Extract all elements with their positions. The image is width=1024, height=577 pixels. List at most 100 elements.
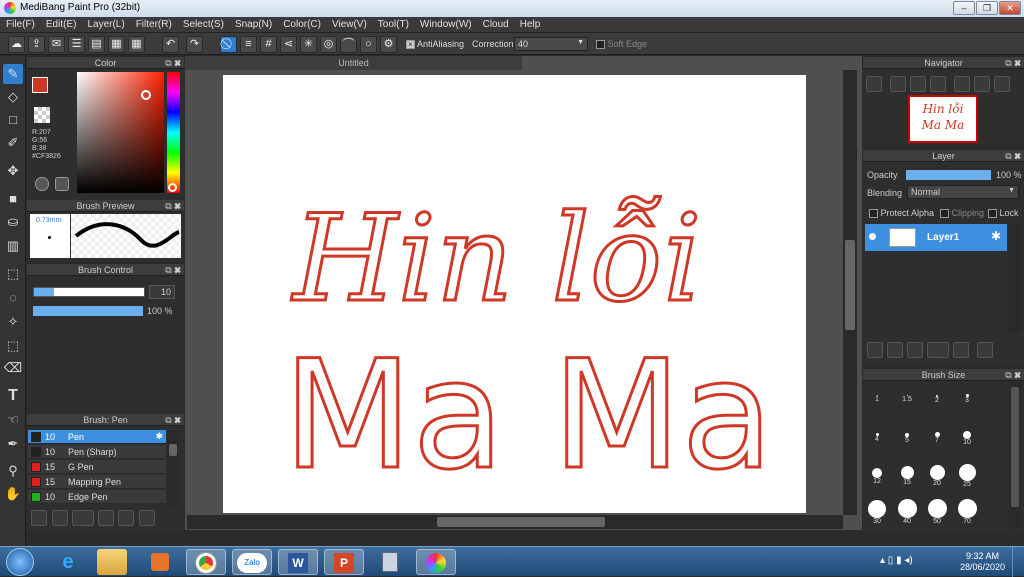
chrome-icon[interactable] <box>186 549 226 575</box>
folder-icon[interactable] <box>118 510 134 526</box>
ie-icon[interactable]: e <box>48 549 88 575</box>
color-picker-cursor[interactable] <box>141 90 151 100</box>
cross-snap-icon[interactable]: # <box>260 36 277 53</box>
list-icon[interactable]: ▦ <box>108 36 125 53</box>
brush-size-25[interactable]: 25 <box>954 463 980 493</box>
brush-item-mapping-pen[interactable]: 15 Mapping Pen <box>28 475 166 489</box>
magic-wand-icon[interactable]: ✧ <box>3 312 23 332</box>
menu-help[interactable]: Help <box>514 17 546 30</box>
undo-icon[interactable]: ↶ <box>162 36 179 53</box>
flip-icon[interactable] <box>974 76 990 92</box>
medibang-taskbar-icon[interactable] <box>416 549 456 575</box>
brush-size-30[interactable]: 30 <box>864 499 890 529</box>
antialiasing-checkbox[interactable]: × <box>406 40 415 50</box>
parallel-snap-icon[interactable]: ≡ <box>240 36 257 53</box>
panel-controls-icon[interactable]: ⧉ ✖ <box>1005 57 1021 69</box>
operation-tool-icon[interactable]: ☜ <box>3 410 23 430</box>
eraser-tool-icon[interactable]: ◇ <box>3 87 23 107</box>
tray-icons[interactable]: ▴ ▯ ▮ ◂) <box>880 555 913 566</box>
brush-opacity-slider[interactable] <box>33 306 143 316</box>
merge-layer-icon[interactable] <box>907 342 923 358</box>
eye-icon[interactable] <box>869 233 876 240</box>
brush-menu-icon[interactable] <box>72 510 94 526</box>
share-icon[interactable]: ⇪ <box>28 36 45 53</box>
delete-layer-icon[interactable] <box>977 342 993 358</box>
divide-tool-icon[interactable]: ✒ <box>3 434 23 454</box>
start-button[interactable] <box>6 548 34 576</box>
menu-filter[interactable]: Filter(R) <box>130 17 177 30</box>
lasso-icon[interactable]: ◌ <box>3 288 23 308</box>
brush-item-g-pen[interactable]: 15 G Pen <box>28 460 166 474</box>
brush-list-scrollbar[interactable] <box>167 430 179 506</box>
blending-select[interactable]: Normal ▼ <box>907 185 1019 199</box>
radial-snap-icon[interactable]: ✳ <box>300 36 317 53</box>
hue-slider-handle[interactable] <box>168 183 177 192</box>
menu-tool[interactable]: Tool(T) <box>372 17 414 30</box>
palette-icon[interactable] <box>35 177 49 191</box>
brush-size-4[interactable]: 4 <box>864 425 890 455</box>
vanish-snap-icon[interactable]: ⋖ <box>280 36 297 53</box>
transparent-swatch[interactable] <box>34 107 50 123</box>
menu-layer[interactable]: Layer(L) <box>81 17 129 30</box>
word-icon[interactable]: W <box>278 549 318 575</box>
canvas-vertical-scrollbar[interactable] <box>843 70 857 515</box>
maximize-button[interactable]: ❐ <box>976 1 998 15</box>
new-brush-icon[interactable] <box>52 510 68 526</box>
brush-size-40[interactable]: 40 <box>894 499 920 529</box>
brush-size-12[interactable]: 12 <box>864 463 890 493</box>
settings-icon[interactable]: ⚙ <box>380 36 397 53</box>
zalo-icon[interactable]: Zalo <box>232 549 272 575</box>
clipping-toggle[interactable]: Clipping <box>940 208 984 219</box>
select-eraser-icon[interactable]: ⌫ <box>3 358 23 378</box>
brush-settings-icon[interactable] <box>98 510 114 526</box>
text-tool-icon[interactable]: T <box>3 386 23 406</box>
canvas-horizontal-scrollbar[interactable] <box>187 515 843 529</box>
selection-pen-icon[interactable]: ✐ <box>3 133 23 153</box>
bucket-tool-icon[interactable]: ⛀ <box>3 212 23 232</box>
hue-slider[interactable] <box>167 72 180 193</box>
new-layer-icon[interactable] <box>867 342 883 358</box>
close-button[interactable]: ✕ <box>999 1 1021 15</box>
brush-size-70[interactable]: 70 <box>954 499 980 529</box>
zoom-in-alt-icon[interactable] <box>890 76 906 92</box>
panel-controls-icon[interactable]: ⧉ ✖ <box>1005 369 1021 381</box>
menu-file[interactable]: File(F) <box>0 17 40 30</box>
select-pen-icon[interactable]: ⬚ <box>3 336 23 356</box>
saturation-value-picker[interactable] <box>77 72 164 193</box>
layer-menu-icon[interactable] <box>927 342 949 358</box>
layer-scrollbar[interactable] <box>1009 224 1021 334</box>
rotate-right-icon[interactable] <box>994 76 1010 92</box>
minimize-button[interactable]: – <box>953 1 975 15</box>
menu-select[interactable]: Select(S) <box>177 17 229 30</box>
powerpoint-icon[interactable]: P <box>324 549 364 575</box>
cloud-icon[interactable]: ☁ <box>8 36 25 53</box>
correction-select[interactable]: 40 ▼ <box>514 37 588 51</box>
primary-color-swatch[interactable] <box>32 77 48 93</box>
zoom-out-icon[interactable] <box>930 76 946 92</box>
color-history-icon[interactable] <box>55 177 69 191</box>
eyedropper-icon[interactable]: ⚲ <box>3 461 23 481</box>
chat-icon[interactable]: ☰ <box>68 36 85 53</box>
menu-view[interactable]: View(V) <box>326 17 372 30</box>
menu-edit[interactable]: Edit(E) <box>40 17 82 30</box>
brush-tool-icon[interactable]: ✎ <box>3 64 23 84</box>
brush-size-50[interactable]: 50 <box>924 499 950 529</box>
drawing-canvas[interactable]: Hin lỗi Ma Ma <box>223 75 806 513</box>
document-tab[interactable]: Untitled <box>185 56 522 70</box>
gear-icon[interactable]: ✱ <box>155 431 163 442</box>
page-icon[interactable]: ▤ <box>88 36 105 53</box>
brush-item-edge-pen[interactable]: 10 Edge Pen <box>28 490 166 504</box>
panel-controls-icon[interactable]: ⧉ ✖ <box>165 57 181 69</box>
hand-tool-icon[interactable]: ✋ <box>3 484 23 504</box>
duplicate-layer-icon[interactable] <box>887 342 903 358</box>
calculator-icon[interactable] <box>370 549 410 575</box>
panel-controls-icon[interactable]: ⧉ ✖ <box>1005 150 1021 162</box>
panel-controls-icon[interactable]: ⧉ ✖ <box>165 264 181 276</box>
zoom-in-icon[interactable] <box>866 76 882 92</box>
brush-size-slider[interactable] <box>33 287 145 297</box>
file-explorer-icon[interactable] <box>97 549 127 575</box>
dot-tool-icon[interactable]: □ <box>3 110 23 130</box>
panel-controls-icon[interactable]: ⧉ ✖ <box>165 414 181 426</box>
menu-cloud[interactable]: Cloud <box>477 17 514 30</box>
soft-edge-toggle[interactable]: Soft Edge <box>596 39 647 50</box>
